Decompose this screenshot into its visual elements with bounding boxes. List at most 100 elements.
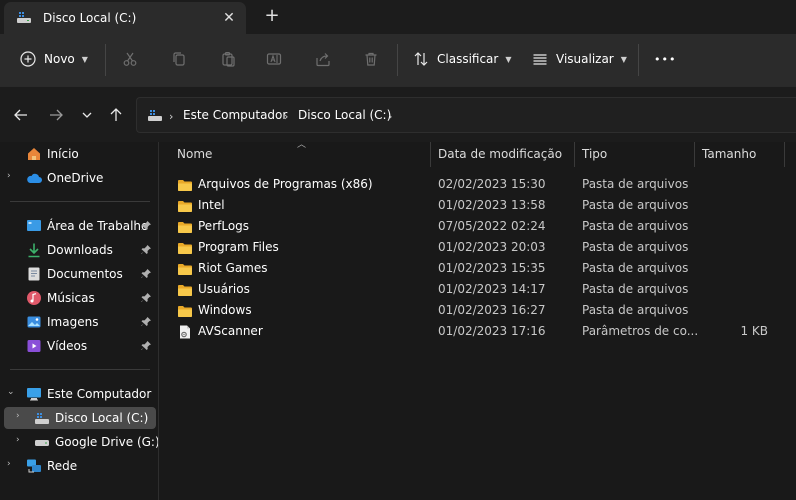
file-date: 01/02/2023 13:58: [438, 198, 546, 212]
videos-icon: [26, 338, 42, 354]
cloud-icon: [26, 170, 42, 186]
pin-icon: [141, 292, 152, 306]
file-type: Pasta de arquivos: [582, 303, 689, 317]
nav-label: OneDrive: [47, 171, 104, 185]
pin-icon: [141, 316, 152, 330]
column-separator[interactable]: [430, 142, 431, 167]
folder-icon: [177, 219, 193, 238]
table-row[interactable]: Program Files 01/02/2023 20:03 Pasta de ar…: [159, 237, 796, 258]
folder-icon: [177, 198, 193, 217]
table-row[interactable]: PerfLogs 07/05/2022 02:24 Pasta de arquivo…: [159, 216, 796, 237]
nav-item-videos[interactable]: Vídeos: [0, 335, 158, 357]
share-button[interactable]: [315, 46, 331, 72]
nav-item-disco-local[interactable]: › Disco Local (C:): [4, 407, 156, 429]
chevron-right-icon[interactable]: ›: [16, 435, 20, 445]
chevron-down-icon[interactable]: ⌄: [7, 387, 15, 397]
breadcrumb-disco-local[interactable]: Disco Local (C:): [298, 108, 391, 122]
view-button[interactable]: Visualizar ▼: [532, 46, 627, 72]
nav-item-onedrive[interactable]: › OneDrive: [0, 167, 158, 189]
more-icon: •••: [654, 52, 677, 66]
drive-icon: [34, 410, 50, 426]
copy-button[interactable]: [171, 46, 187, 72]
nav-item-area-de-trabalho[interactable]: Área de Trabalho: [0, 215, 158, 237]
file-name: Usuários: [198, 282, 250, 296]
file-name: Windows: [198, 303, 252, 317]
rename-button[interactable]: [266, 46, 282, 72]
chevron-down-icon: ▼: [620, 54, 627, 64]
desktop-icon: [26, 218, 42, 234]
back-button[interactable]: [11, 106, 31, 126]
nav-item-documentos[interactable]: Documentos: [0, 263, 158, 285]
nav-item-imagens[interactable]: Imagens: [0, 311, 158, 333]
nav-label: Área de Trabalho: [47, 219, 149, 233]
delete-button[interactable]: [363, 46, 379, 72]
sort-button[interactable]: Classificar ▼: [413, 46, 512, 72]
new-tab-button[interactable]: +: [262, 6, 282, 26]
file-type: Pasta de arquivos: [582, 282, 689, 296]
pin-icon: [141, 340, 152, 354]
column-header-size[interactable]: Tamanho: [702, 147, 756, 161]
drive-icon: [16, 9, 32, 25]
tab-disco-local[interactable]: Disco Local (C:) ✕: [4, 2, 246, 34]
column-separator[interactable]: [784, 142, 785, 167]
separator: [397, 44, 398, 76]
table-row[interactable]: Windows 01/02/2023 16:27 Pasta de arquivos: [159, 300, 796, 321]
table-row[interactable]: Usuários 01/02/2023 14:17 Pasta de arquivo…: [159, 279, 796, 300]
breadcrumb-separator[interactable]: ›: [169, 110, 173, 123]
chevron-right-icon[interactable]: ›: [7, 459, 11, 469]
file-date: 02/02/2023 15:30: [438, 177, 546, 191]
table-row[interactable]: Riot Games 01/02/2023 15:35 Pasta de arqui…: [159, 258, 796, 279]
pin-icon: [141, 268, 152, 282]
documents-icon: [26, 266, 42, 282]
view-icon: [532, 51, 548, 67]
copy-icon: [171, 51, 187, 67]
nav-item-google-drive[interactable]: › Google Drive (G:): [0, 431, 160, 453]
nav-label: Imagens: [47, 315, 99, 329]
forward-button[interactable]: [46, 106, 66, 126]
folder-icon: [177, 303, 193, 322]
up-button[interactable]: [106, 106, 126, 126]
folder-icon: [177, 261, 193, 280]
more-button[interactable]: •••: [654, 46, 676, 72]
column-header-name[interactable]: Nome: [177, 147, 212, 161]
paste-icon: [220, 51, 236, 67]
nav-item-rede[interactable]: › Rede: [0, 455, 158, 477]
file-type: Pasta de arquivos: [582, 240, 689, 254]
folder-icon: [177, 177, 193, 196]
chevron-right-icon[interactable]: ›: [16, 411, 20, 421]
chevron-right-icon[interactable]: ›: [7, 171, 11, 181]
tab-title: Disco Local (C:): [43, 11, 137, 25]
view-label: Visualizar: [556, 52, 614, 66]
sort-ascending-icon: ︿: [297, 140, 307, 150]
computer-icon: [26, 386, 42, 402]
delete-icon: [363, 51, 379, 67]
nav-item-musicas[interactable]: Músicas: [0, 287, 158, 309]
column-separator[interactable]: [574, 142, 575, 167]
paste-button[interactable]: [220, 46, 236, 72]
nav-label: Google Drive (G:): [55, 435, 160, 449]
cut-button[interactable]: [122, 46, 138, 72]
address-bar[interactable]: › Este Computador › Disco Local (C:) ›: [136, 97, 796, 133]
file-type: Pasta de arquivos: [582, 261, 689, 275]
column-header-date[interactable]: Data de modificação: [438, 147, 562, 161]
title-bar: Disco Local (C:) ✕ +: [0, 0, 796, 34]
breadcrumb-este-computador[interactable]: Este Computador: [183, 108, 287, 122]
breadcrumb-separator[interactable]: ›: [388, 110, 392, 123]
column-header-type[interactable]: Tipo: [582, 147, 607, 161]
chevron-down-icon: [80, 108, 94, 125]
address-row: › Este Computador › Disco Local (C:) ›: [0, 86, 796, 142]
new-button[interactable]: Novo ▼: [20, 46, 88, 72]
file-name: AVScanner: [198, 324, 263, 338]
table-row[interactable]: AVScanner 01/02/2023 17:16 Parâmetros de c…: [159, 321, 796, 342]
nav-item-este-computador[interactable]: ⌄ Este Computador: [0, 383, 158, 405]
nav-item-downloads[interactable]: Downloads: [0, 239, 158, 261]
column-separator[interactable]: [694, 142, 695, 167]
breadcrumb-separator[interactable]: ›: [284, 110, 288, 123]
nav-item-inicio[interactable]: Início: [0, 143, 158, 165]
table-row[interactable]: Intel 01/02/2023 13:58 Pasta de arquivos: [159, 195, 796, 216]
cut-icon: [122, 51, 138, 67]
chevron-down-icon: ▼: [505, 54, 512, 64]
table-row[interactable]: Arquivos de Programas (x86) 02/02/2023 15…: [159, 174, 796, 195]
close-tab-icon[interactable]: ✕: [219, 8, 239, 28]
recent-locations-button[interactable]: [77, 106, 97, 126]
